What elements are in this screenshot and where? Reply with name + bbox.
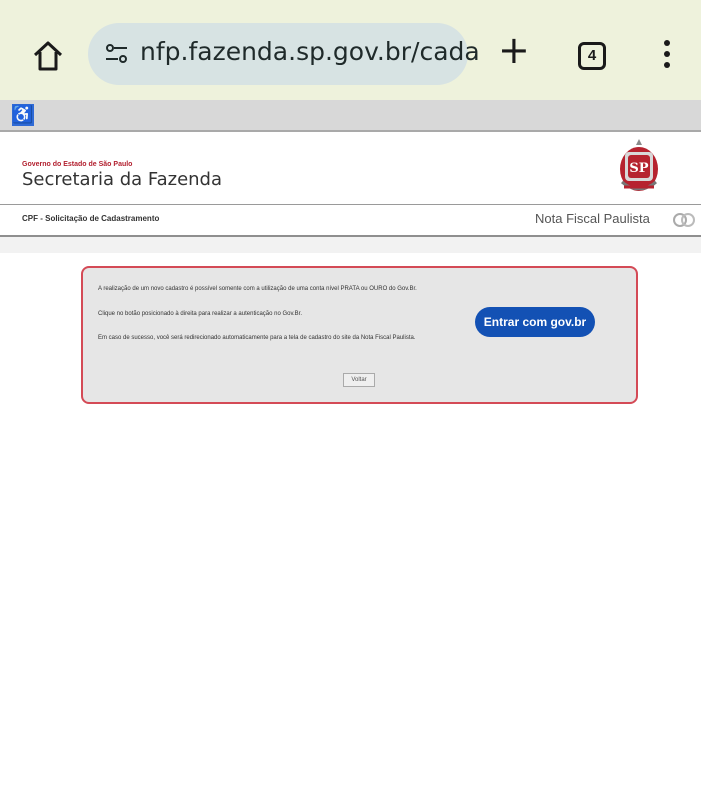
section-bar: CPF - Solicitação de Cadastramento Nota … <box>0 205 701 237</box>
message-click-button: Clique no botão posicionado à direita pa… <box>98 311 303 317</box>
government-name: Governo do Estado de São Paulo <box>22 161 133 168</box>
secretaria-title: Secretaria da Fazenda <box>22 169 223 190</box>
accessibility-bar: ♿ <box>0 100 701 132</box>
more-vert-icon[interactable] <box>663 40 671 68</box>
message-account-level: A realização de um novo cadastro é possí… <box>98 286 417 292</box>
crest-text: SP <box>629 161 648 176</box>
wheelchair-icon[interactable]: ♿ <box>12 104 34 126</box>
site-settings-icon[interactable] <box>102 42 132 66</box>
header-shadow <box>0 237 701 253</box>
nfp-title: Nota Fiscal Paulista <box>535 211 650 226</box>
back-button[interactable]: Voltar <box>343 373 375 387</box>
url-text[interactable]: nfp.fazenda.sp.gov.br/cada <box>140 37 480 66</box>
address-bar[interactable]: nfp.fazenda.sp.gov.br/cada <box>88 23 480 85</box>
browser-toolbar: nfp.fazenda.sp.gov.br/cada + 4 <box>0 0 701 100</box>
nota-fiscal-paulista-logo-icon <box>673 213 695 227</box>
tab-count-button[interactable]: 4 <box>578 42 606 70</box>
sp-crest-icon: SP <box>620 139 658 191</box>
web-page: ♿ Governo do Estado de São Paulo Secreta… <box>0 100 701 800</box>
page-title: CPF - Solicitação de Cadastramento <box>22 214 160 223</box>
authentication-card: A realização de um novo cadastro é possí… <box>81 266 638 404</box>
government-header: Governo do Estado de São Paulo Secretari… <box>0 132 701 205</box>
home-icon[interactable] <box>30 38 66 74</box>
govbr-login-button[interactable]: Entrar com gov.br <box>475 307 595 337</box>
new-tab-button[interactable]: + <box>498 31 530 69</box>
message-success-redirect: Em caso de sucesso, você será redirecion… <box>98 335 416 341</box>
